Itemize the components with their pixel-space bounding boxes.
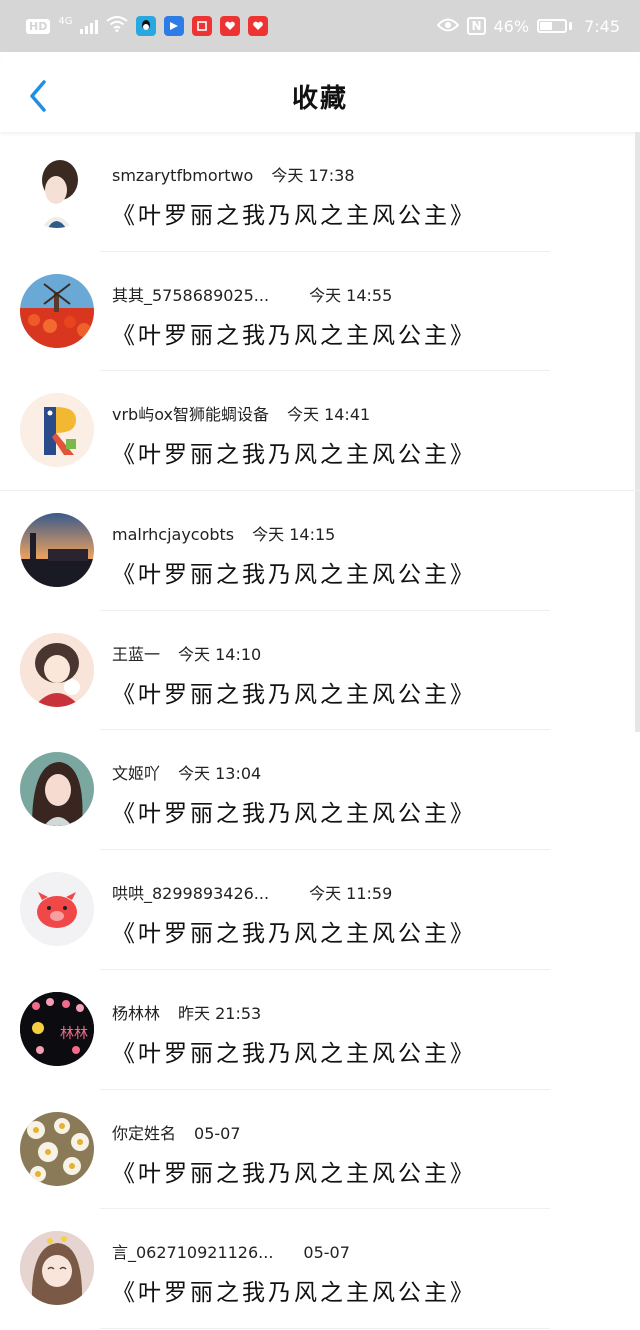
timestamp: 05-07 — [194, 1123, 241, 1143]
avatar — [20, 632, 94, 707]
username: 王蓝一 — [112, 644, 161, 664]
book-title[interactable]: 《叶罗丽之我乃风之主风公主》 — [112, 1273, 476, 1307]
book-title[interactable]: 《叶罗丽之我乃风之主风公主》 — [112, 555, 476, 589]
list-item[interactable]: 林林 杨林林 昨天 21:53 《叶罗丽之我乃风之主风公主》 — [0, 970, 640, 1090]
username: smzarytfbmortwo — [112, 166, 254, 185]
item-meta: 其其_5758689025... 今天 14:55 — [112, 282, 392, 306]
status-left: HD 4G — [26, 16, 269, 36]
list-item[interactable]: 文姬吖 今天 13:04 《叶罗丽之我乃风之主风公主》 — [0, 730, 640, 851]
list-item[interactable]: smzarytfbmortwo 今天 17:38 《叶罗丽之我乃风之主风公主》 — [0, 132, 640, 252]
wifi-icon — [106, 16, 129, 36]
item-meta: 王蓝一 今天 14:10 — [112, 641, 261, 665]
book-title[interactable]: 《叶罗丽之我乃风之主风公主》 — [112, 1034, 476, 1068]
username: 文姬吖 — [112, 764, 161, 784]
username: malrhcjaycobts — [112, 525, 235, 545]
item-meta: malrhcjaycobts 今天 14:15 — [112, 521, 335, 545]
item-meta: 言_062710921126... 05-07 — [112, 1239, 350, 1263]
username: 你定姓名 — [112, 1123, 177, 1143]
list-item[interactable]: vrb屿ox智狮能蜩设备 今天 14:41 《叶罗丽之我乃风之主风公主》 — [0, 371, 640, 492]
battery-tip — [569, 22, 573, 30]
book-title[interactable]: 《叶罗丽之我乃风之主风公主》 — [112, 435, 476, 469]
list-item[interactable]: malrhcjaycobts 今天 14:15 《叶罗丽之我乃风之主风公主》 — [0, 491, 640, 611]
book-title[interactable]: 《叶罗丽之我乃风之主风公主》 — [112, 794, 476, 828]
book-title[interactable]: 《叶罗丽之我乃风之主风公主》 — [112, 196, 476, 230]
nfc-icon: N — [467, 17, 486, 35]
status-bar: HD 4G N 46% 7:45 — [0, 0, 640, 52]
username: 言_062710921126... — [112, 1243, 274, 1263]
hd-indicator: HD — [26, 18, 51, 34]
avatar — [20, 393, 94, 468]
status-right: N 46% 7:45 — [437, 17, 620, 36]
page-title: 收藏 — [291, 84, 348, 114]
timestamp: 今天 14:55 — [309, 285, 393, 305]
list-item[interactable]: 哄哄_8299893426... 今天 11:59 《叶罗丽之我乃风之主风公主》 — [0, 850, 640, 970]
timestamp: 05-07 — [303, 1243, 350, 1263]
username: 哄哄_8299893426... — [112, 884, 270, 904]
timestamp: 今天 11:59 — [309, 884, 393, 904]
avatar: 林林 — [20, 991, 94, 1066]
qq-app-icon — [136, 16, 157, 36]
item-meta: 你定姓名 05-07 — [112, 1120, 241, 1144]
qidian-app-icon — [192, 16, 213, 36]
avatar — [20, 273, 94, 348]
username: vrb屿ox智狮能蜩设备 — [112, 405, 269, 425]
item-meta: 杨林林 昨天 21:53 — [112, 1000, 261, 1024]
username: 杨林林 — [112, 1003, 161, 1023]
username: 其其_5758689025... — [112, 285, 270, 305]
avatar — [20, 1231, 94, 1306]
item-meta: vrb屿ox智狮能蜩设备 今天 14:41 — [112, 401, 370, 425]
avatar — [20, 872, 94, 947]
heart-app-icon — [220, 16, 241, 36]
clock: 7:45 — [584, 16, 620, 36]
avatar — [20, 1111, 94, 1186]
timestamp: 今天 14:10 — [178, 644, 262, 664]
book-title[interactable]: 《叶罗丽之我乃风之主风公主》 — [112, 1154, 476, 1188]
battery-icon — [537, 19, 568, 33]
timestamp: 今天 13:04 — [178, 764, 262, 784]
book-title[interactable]: 《叶罗丽之我乃风之主风公主》 — [112, 675, 476, 709]
item-meta: smzarytfbmortwo 今天 17:38 — [112, 162, 355, 186]
avatar — [20, 752, 94, 827]
item-meta: 哄哄_8299893426... 今天 11:59 — [112, 880, 392, 904]
list-item[interactable]: 你定姓名 05-07 《叶罗丽之我乃风之主风公主》 — [0, 1090, 640, 1210]
divider — [100, 1327, 550, 1329]
list-item[interactable]: 王蓝一 今天 14:10 《叶罗丽之我乃风之主风公主》 — [0, 611, 640, 731]
app-icon-blue — [164, 16, 185, 36]
avatar — [20, 154, 94, 228]
item-meta: 文姬吖 今天 13:04 — [112, 760, 261, 784]
list-item[interactable]: 言_062710921126... 05-07 《叶罗丽之我乃风之主风公主》 — [0, 1209, 640, 1329]
battery-percent: 46% — [493, 16, 530, 36]
eye-icon — [437, 17, 460, 36]
timestamp: 今天 17:38 — [271, 166, 355, 185]
timestamp: 今天 14:15 — [252, 525, 336, 545]
timestamp: 今天 14:41 — [286, 405, 371, 425]
book-title[interactable]: 《叶罗丽之我乃风之主风公主》 — [112, 316, 476, 350]
signal-icon — [80, 18, 99, 34]
timestamp: 昨天 21:53 — [178, 1003, 262, 1023]
favorites-list: smzarytfbmortwo 今天 17:38 《叶罗丽之我乃风之主风公主》 其… — [0, 132, 640, 1329]
avatar-lettering: 林林 — [60, 1026, 88, 1042]
network-type: 4G — [58, 16, 73, 27]
list-item[interactable]: 其其_5758689025... 今天 14:55 《叶罗丽之我乃风之主风公主》 — [0, 252, 640, 372]
avatar — [20, 513, 94, 588]
nav-bar: 收藏 — [0, 52, 640, 132]
heart-app-icon-2 — [248, 16, 269, 36]
book-title[interactable]: 《叶罗丽之我乃风之主风公主》 — [112, 914, 476, 948]
